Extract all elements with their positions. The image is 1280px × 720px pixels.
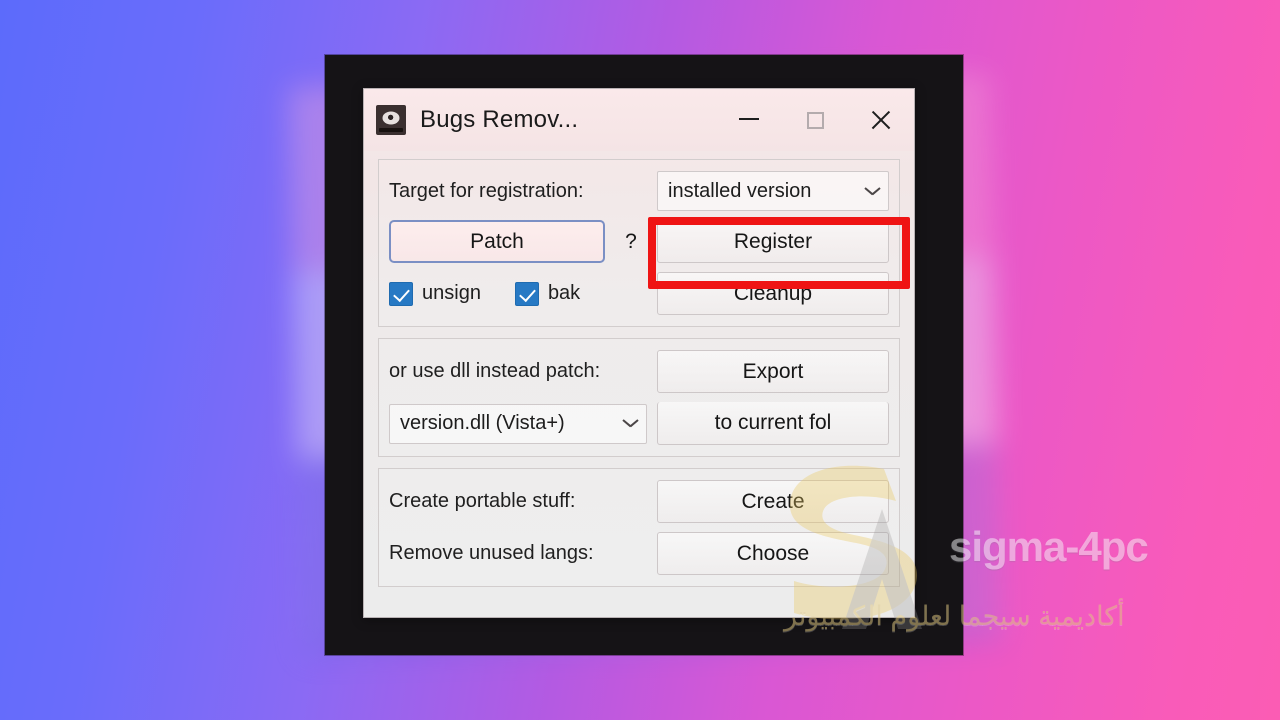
patch-row: Patch ? Register xyxy=(389,220,889,263)
dll-select-row: version.dll (Vista+) to current fol xyxy=(389,402,889,445)
patch-button[interactable]: Patch xyxy=(389,220,605,263)
close-button[interactable] xyxy=(848,89,914,151)
create-button[interactable]: Create xyxy=(657,480,889,523)
register-button[interactable]: Register xyxy=(657,220,889,263)
title-bar[interactable]: Bugs Remov... xyxy=(364,89,914,151)
choose-button[interactable]: Choose xyxy=(657,532,889,575)
app-window: Bugs Remov... Target for registration: i… xyxy=(363,88,1149,631)
to-current-folder-button[interactable]: to current fol xyxy=(657,402,889,445)
dll-combo-value: version.dll (Vista+) xyxy=(400,412,565,434)
close-icon xyxy=(869,108,893,132)
options-row: unsign bak Cleanup xyxy=(389,272,889,315)
checkmark-icon xyxy=(389,281,413,306)
unsign-checkbox-label: unsign xyxy=(422,282,481,304)
chevron-down-icon xyxy=(865,187,880,196)
target-label: Target for registration: xyxy=(389,179,584,202)
target-combo-value: installed version xyxy=(668,179,812,202)
target-combo[interactable]: installed version xyxy=(657,171,889,211)
disc-base-glyph xyxy=(379,128,403,132)
screenshot-stage: Bugs Remov... Target for registration: i… xyxy=(0,0,1280,720)
portable-label: Create portable stuff: xyxy=(389,490,576,512)
maximize-button[interactable] xyxy=(782,89,848,151)
bak-checkbox-label: bak xyxy=(547,282,581,304)
dll-label: or use dll instead patch: xyxy=(389,360,601,382)
export-button[interactable]: Export xyxy=(657,350,889,393)
chevron-down-icon xyxy=(623,419,638,428)
window-title: Bugs Remov... xyxy=(420,106,579,133)
dll-combo[interactable]: version.dll (Vista+) xyxy=(389,403,647,444)
bak-checkbox[interactable]: bak xyxy=(514,281,581,306)
langs-row: Remove unused langs: Choose xyxy=(389,532,889,575)
unsign-checkbox[interactable]: unsign xyxy=(389,281,481,306)
help-button[interactable]: ? xyxy=(615,220,647,263)
app-disc-icon xyxy=(376,105,406,135)
langs-label: Remove unused langs: xyxy=(389,542,594,564)
dll-group: or use dll instead patch: Export version… xyxy=(378,338,900,457)
target-row: Target for registration: installed versi… xyxy=(389,171,889,211)
dll-label-row: or use dll instead patch: Export xyxy=(389,350,889,393)
portable-row: Create portable stuff: Create xyxy=(389,480,889,523)
cleanup-button[interactable]: Cleanup xyxy=(657,272,889,315)
disc-glyph xyxy=(382,111,400,125)
minimize-icon xyxy=(739,118,759,120)
checkmark-icon xyxy=(514,281,539,306)
minimize-button[interactable] xyxy=(716,89,782,151)
window-body: Target for registration: installed versi… xyxy=(364,151,1149,631)
extras-group: Create portable stuff: Create Remove unu… xyxy=(378,468,900,587)
registration-group: Target for registration: installed versi… xyxy=(378,159,900,327)
maximize-icon xyxy=(806,111,824,129)
window-controls xyxy=(716,89,914,151)
